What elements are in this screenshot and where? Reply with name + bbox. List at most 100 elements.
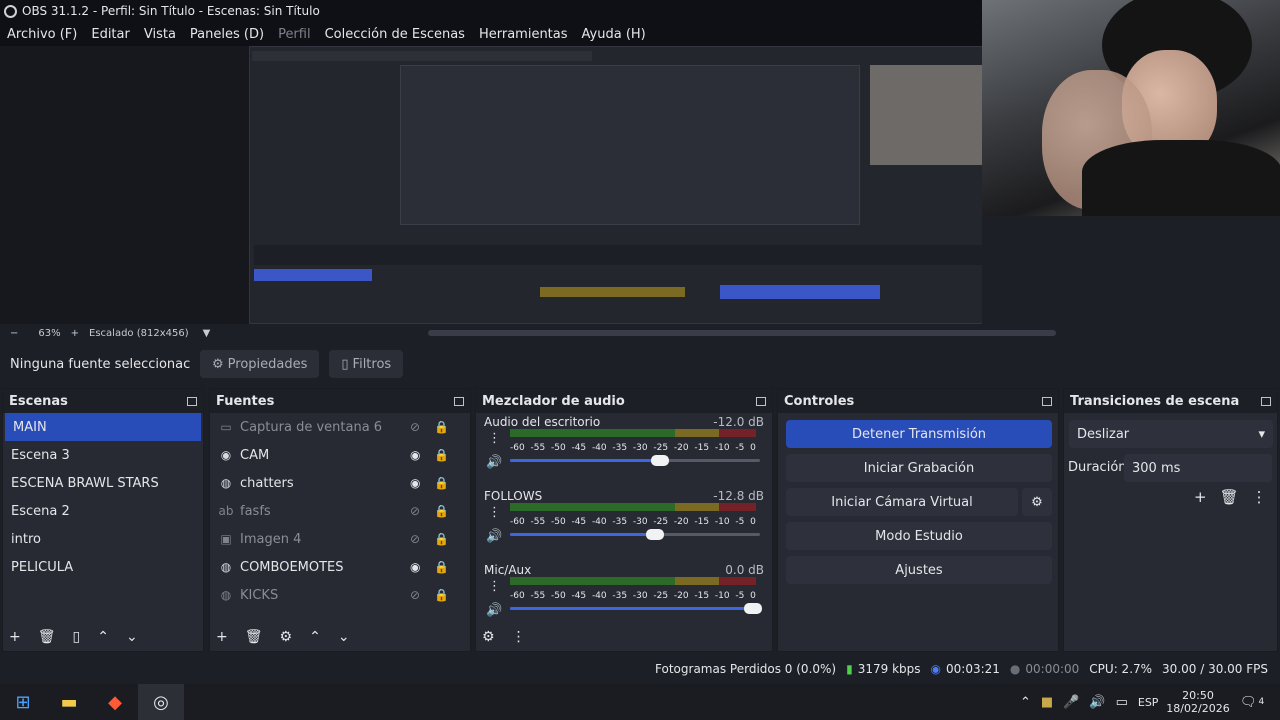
obs-taskbar-icon[interactable]: ◎	[138, 684, 184, 720]
speaker-icon[interactable]: 🔊	[486, 603, 502, 618]
remove-transition-icon[interactable]: 🗑	[1220, 488, 1239, 506]
scene-item[interactable]: Escena 3	[3, 441, 203, 469]
duration-input[interactable]: 300 ms	[1124, 454, 1272, 482]
volume-slider[interactable]	[510, 529, 760, 540]
source-settings-icon[interactable]: ⚙	[280, 629, 293, 645]
clock-date[interactable]: 18/02/2026	[1166, 702, 1229, 715]
zoom-in-button[interactable]: +	[71, 328, 79, 339]
sources-title: Fuentes	[216, 393, 275, 409]
channel-menu-icon[interactable]: ⋮	[488, 431, 501, 446]
source-item[interactable]: ◉ CAM ◉ 🔒	[210, 441, 470, 469]
eye-icon[interactable]: ◉	[410, 476, 420, 490]
speaker-icon[interactable]: 🔊	[1089, 695, 1105, 710]
transition-menu-icon[interactable]: ⋮	[1252, 488, 1267, 506]
scene-filters-icon[interactable]: ▯	[73, 629, 81, 645]
settings-button[interactable]: Ajustes	[786, 556, 1052, 584]
remove-source-icon[interactable]: 🗑	[245, 629, 263, 645]
bitrate: 3179 kbps	[857, 662, 921, 676]
virtual-cam-settings-button[interactable]: ⚙	[1022, 488, 1052, 516]
lock-icon[interactable]: 🔒	[434, 504, 449, 518]
lock-icon[interactable]: 🔒	[434, 532, 449, 546]
source-item[interactable]: ab fasfs ⊘ 🔒	[210, 497, 470, 525]
eye-slash-icon[interactable]: ⊘	[410, 588, 420, 602]
channel-menu-icon[interactable]: ⋮	[488, 579, 501, 594]
filters-button[interactable]: ▯ Filtros	[329, 350, 404, 378]
eye-slash-icon[interactable]: ⊘	[410, 420, 420, 434]
undock-icon[interactable]	[1042, 396, 1052, 406]
undock-icon[interactable]	[756, 396, 766, 406]
menu-perfil[interactable]: Perfil	[271, 27, 318, 42]
virtual-cam-button[interactable]: Iniciar Cámara Virtual	[786, 488, 1018, 516]
scene-item[interactable]: ESCENA BRAWL STARS	[3, 469, 203, 497]
notification-icon[interactable]: 🗨	[1240, 695, 1257, 710]
undock-icon[interactable]	[454, 396, 464, 406]
eye-slash-icon[interactable]: ⊘	[410, 504, 420, 518]
scene-item[interactable]: PELICULA	[3, 553, 203, 581]
lock-icon[interactable]: 🔒	[434, 588, 449, 602]
source-item[interactable]: ◍ COMBOEMOTES ◉ 🔒	[210, 553, 470, 581]
move-up-icon[interactable]: ⌃	[309, 629, 321, 645]
preview-canvas[interactable]	[0, 46, 982, 324]
channel-menu-icon[interactable]: ⋮	[488, 505, 501, 520]
eye-slash-icon[interactable]: ⊘	[410, 532, 420, 546]
transition-select[interactable]: Deslizar ▾	[1069, 420, 1273, 448]
lock-icon[interactable]: 🔒	[434, 476, 449, 490]
move-up-icon[interactable]: ⌃	[97, 629, 109, 645]
mixer-menu-icon[interactable]: ⋮	[512, 629, 526, 645]
volume-knob[interactable]	[743, 603, 762, 614]
remove-scene-icon[interactable]: 🗑	[38, 629, 56, 645]
studio-mode-button[interactable]: Modo Estudio	[786, 522, 1052, 550]
volume-knob[interactable]	[651, 455, 669, 466]
move-down-icon[interactable]: ⌄	[126, 629, 138, 645]
clock-time[interactable]: 20:50	[1182, 689, 1214, 702]
start-recording-button[interactable]: Iniciar Grabación	[786, 454, 1052, 482]
source-item[interactable]: ◍ chatters ◉ 🔒	[210, 469, 470, 497]
scene-item[interactable]: MAIN	[5, 413, 201, 441]
source-label: Captura de ventana 6	[240, 419, 383, 435]
undock-icon[interactable]	[1261, 396, 1271, 406]
undock-icon[interactable]	[187, 396, 197, 406]
stop-stream-button[interactable]: Detener Transmisión	[786, 420, 1052, 448]
menu-ayuda[interactable]: Ayuda (H)	[575, 27, 653, 42]
speaker-icon[interactable]: 🔊	[486, 455, 502, 470]
eye-icon[interactable]: ◉	[410, 560, 420, 574]
volume-knob[interactable]	[646, 529, 664, 540]
network-icon[interactable]: ▭	[1116, 695, 1128, 710]
zoom-out-button[interactable]: −	[10, 328, 18, 339]
menu-vista[interactable]: Vista	[137, 27, 183, 42]
microphone-icon[interactable]: 🎤	[1063, 695, 1079, 710]
menu-paneles[interactable]: Paneles (D)	[183, 27, 271, 42]
lock-icon[interactable]: 🔒	[434, 448, 449, 462]
source-item[interactable]: ▭ Captura de ventana 6 ⊘ 🔒	[210, 413, 470, 441]
move-down-icon[interactable]: ⌄	[338, 629, 350, 645]
scale-dropdown-icon[interactable]: ▼	[203, 328, 211, 339]
source-item[interactable]: ▣ Imagen 4 ⊘ 🔒	[210, 525, 470, 553]
file-explorer-icon[interactable]: ▬	[46, 684, 92, 720]
properties-button[interactable]: ⚙ Propiedades	[200, 350, 320, 378]
mixer-settings-icon[interactable]: ⚙	[482, 629, 495, 645]
scene-item[interactable]: Escena 2	[3, 497, 203, 525]
speaker-icon[interactable]: 🔊	[486, 529, 502, 544]
brave-browser-icon[interactable]: ◆	[92, 684, 138, 720]
menu-herramientas[interactable]: Herramientas	[472, 27, 575, 42]
add-transition-icon[interactable]: +	[1194, 488, 1207, 506]
gear-icon: ⚙	[1031, 494, 1043, 510]
volume-slider[interactable]	[510, 455, 760, 466]
menu-archivo[interactable]: Archivo (F)	[0, 27, 84, 42]
image-icon: ▣	[220, 532, 232, 546]
tray-app-icon[interactable]: ■	[1041, 695, 1053, 710]
add-source-icon[interactable]: +	[216, 629, 228, 645]
preview-scrollbar[interactable]	[428, 330, 1056, 336]
menu-coleccion[interactable]: Colección de Escenas	[318, 27, 472, 42]
eye-icon[interactable]: ◉	[410, 448, 420, 462]
volume-slider[interactable]	[510, 603, 762, 614]
menu-editar[interactable]: Editar	[84, 27, 137, 42]
chevron-up-icon[interactable]: ⌃	[1020, 695, 1031, 710]
lock-icon[interactable]: 🔒	[434, 560, 449, 574]
lock-icon[interactable]: 🔒	[434, 420, 449, 434]
source-item[interactable]: ◍ KICKS ⊘ 🔒	[210, 581, 470, 609]
add-scene-icon[interactable]: +	[9, 629, 21, 645]
scene-item[interactable]: intro	[3, 525, 203, 553]
windows-start-icon[interactable]: ⊞	[0, 684, 46, 720]
language-indicator[interactable]: ESP	[1138, 696, 1159, 709]
